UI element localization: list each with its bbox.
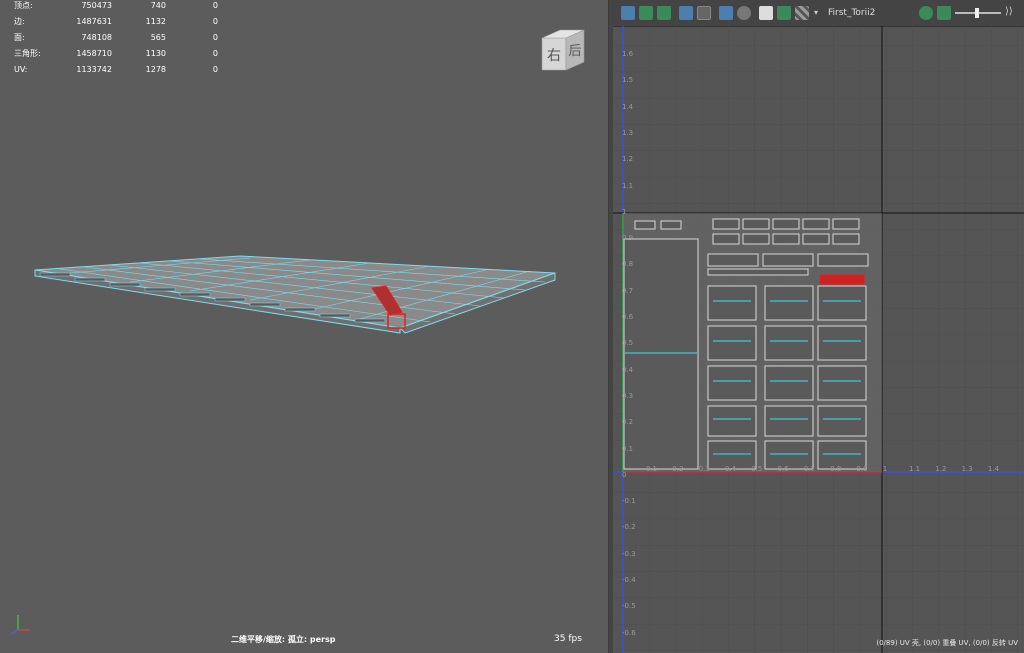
uv-y-tick-label: 1.3 — [622, 128, 634, 137]
dropdown-icon[interactable]: ▾ — [814, 8, 818, 17]
uv-y-tick-label: 0.4 — [622, 365, 634, 374]
uv-y-tick-label: 0.2 — [622, 418, 634, 427]
hud-value-total: 1133742 — [76, 65, 112, 74]
uv-x-tick-label: 1.3 — [961, 465, 973, 473]
checker-icon[interactable] — [639, 6, 653, 20]
hud-value-other: 0 — [212, 1, 218, 10]
hud-label: 顶点: — [14, 1, 33, 10]
uv-y-tick-label: 1.4 — [622, 102, 634, 111]
uv-y-tick-label: 0.5 — [622, 339, 634, 348]
image-icon[interactable] — [777, 6, 791, 20]
uv-x-tick-label: 0.8 — [830, 465, 842, 473]
axis-gizmo-icon — [10, 615, 30, 635]
uv-x-tick-label: 0.9 — [856, 465, 868, 473]
hud-value-total: 750473 — [81, 1, 112, 10]
grid-icon[interactable] — [697, 6, 711, 20]
uv-y-tick-label: -0.4 — [622, 576, 636, 584]
uv-y-tick-label: -0.5 — [622, 602, 636, 611]
viewcube[interactable]: 右 后 — [538, 28, 588, 72]
hud-label: UV: — [14, 65, 28, 74]
hud-value-selected: 1278 — [145, 65, 166, 74]
hud-label: 三角形: — [14, 49, 41, 58]
uv-y-tick-label: -0.1 — [622, 497, 636, 506]
uv-x-tick-label: 0.2 — [672, 465, 684, 473]
uv-shell-large[interactable] — [623, 238, 699, 470]
hud-value-other: 0 — [212, 17, 218, 26]
uv-y-tick-label: -0.6 — [622, 628, 636, 637]
torii-mesh-wireframe[interactable] — [0, 240, 608, 350]
uv-editor-panel[interactable]: ▾ First_Torii2 ⟩⟩ 1.6 1.5 1.4 1.3 1.2 1.… — [613, 0, 1024, 653]
uv-x-tick-label: 0.5 — [751, 465, 763, 473]
uv-y-tick-label: 1.5 — [622, 76, 634, 85]
uv-y-tick-label: 0 — [622, 470, 627, 479]
hud-value-selected: 740 — [150, 1, 166, 10]
uv-y-tick-label: 0.3 — [622, 391, 634, 400]
texture-icon[interactable] — [795, 6, 809, 20]
selected-uv-shell[interactable] — [819, 274, 865, 285]
hud-value-other: 0 — [212, 33, 218, 42]
viewport-status: 二维平移/缩放: 孤立: persp — [231, 635, 336, 644]
hud-value-other: 0 — [212, 49, 218, 58]
hud-value-selected: 1130 — [145, 49, 166, 58]
uv-y-tick-label: 1.1 — [622, 181, 634, 190]
isolate-icon[interactable] — [737, 6, 751, 20]
hud-value-total: 1487631 — [76, 17, 112, 26]
exposure-icon[interactable] — [937, 6, 951, 20]
snap-icon[interactable] — [719, 6, 733, 20]
uv-y-tick-label: 0.9 — [622, 234, 634, 243]
uv-y-tick-label: 0.8 — [622, 260, 634, 269]
hud-label: 面: — [14, 33, 25, 42]
gamma-slider[interactable] — [955, 8, 1001, 18]
uv-toggle-icon[interactable] — [621, 6, 635, 20]
uv-y-tick-label: -0.2 — [622, 523, 636, 532]
uv-grid-canvas[interactable] — [613, 26, 1024, 653]
uv-y-tick-label: 0.1 — [622, 444, 634, 453]
shaded-icon[interactable] — [679, 6, 693, 20]
uv-x-tick-label: 1.2 — [935, 465, 947, 473]
uv-x-tick-label: 1.1 — [909, 465, 921, 473]
uv-x-tick-label: 0.1 — [646, 465, 658, 473]
uv-y-tick-label: 1 — [622, 207, 627, 216]
screenshot-icon[interactable] — [759, 6, 773, 20]
viewcube-face-right[interactable]: 右 — [547, 48, 561, 64]
hud-value-other: 0 — [212, 65, 218, 74]
hud-value-selected: 1132 — [145, 17, 166, 26]
gamma-slider-handle[interactable] — [975, 8, 979, 18]
uv-x-tick-label: 0.6 — [777, 465, 789, 473]
color-icon[interactable] — [919, 6, 933, 20]
uv-set-name[interactable]: First_Torii2 — [828, 8, 875, 18]
uv-editor-toolbar: ▾ First_Torii2 ⟩⟩ — [613, 0, 1024, 27]
uv-y-tick-label: 1.6 — [622, 50, 634, 58]
uv-x-tick-label: 1.4 — [987, 465, 1000, 473]
viewcube-face-back[interactable]: 后 — [568, 44, 581, 59]
hud-label: 边: — [14, 17, 25, 26]
perspective-viewport[interactable]: 顶点: 750473 740 0 边: 1487631 1132 0 面: 74… — [0, 0, 609, 653]
hud-value-total: 748108 — [81, 33, 112, 42]
wireframe-icon[interactable] — [657, 6, 671, 20]
fps-counter: 35 fps — [554, 634, 582, 644]
hud-value-total: 1458710 — [76, 49, 112, 58]
gamma-icon[interactable]: ⟩⟩ — [1005, 6, 1013, 17]
hud-value-selected: 565 — [150, 33, 166, 42]
uv-x-tick-label: 1 — [882, 465, 888, 473]
uv-y-tick-label: 1.2 — [622, 155, 634, 164]
uv-x-tick-label: 0.3 — [698, 465, 710, 473]
uv-y-tick-label: 0.6 — [622, 313, 634, 321]
uv-y-tick-label: -0.3 — [622, 549, 636, 558]
uv-status-text: (0/89) UV 壳, (0/0) 重叠 UV, (0/0) 反转 UV — [876, 639, 1018, 647]
uv-x-tick-label: 0.4 — [724, 465, 737, 473]
uv-y-tick-label: 0.7 — [622, 286, 634, 295]
uv-x-tick-label: 0.7 — [803, 465, 815, 473]
